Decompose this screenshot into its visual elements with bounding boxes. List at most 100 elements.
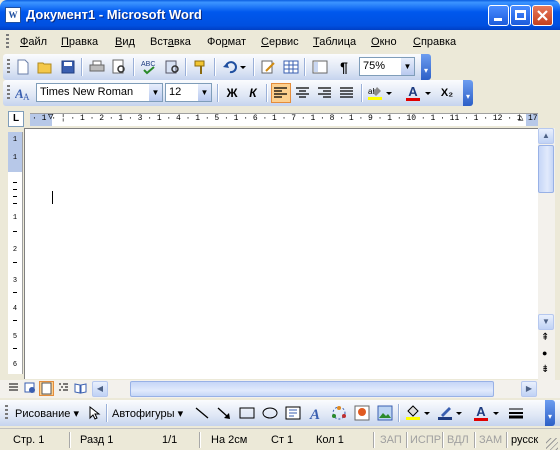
line-color-dropdown[interactable] bbox=[455, 405, 463, 421]
print-button[interactable] bbox=[89, 59, 105, 75]
fill-color-dropdown[interactable] bbox=[423, 405, 431, 421]
fill-color-button[interactable] bbox=[405, 405, 421, 421]
menu-grip[interactable] bbox=[6, 34, 9, 50]
web-layout-button[interactable] bbox=[22, 381, 37, 396]
menu-window[interactable]: Окно bbox=[371, 36, 397, 48]
menu-help[interactable]: Справка bbox=[413, 36, 456, 48]
menu-table[interactable]: Таблица bbox=[313, 36, 356, 48]
toolbar-options-button[interactable]: ▾ bbox=[463, 80, 473, 106]
open-button[interactable] bbox=[37, 59, 53, 75]
toolbar-options-button[interactable]: ▾ bbox=[545, 400, 555, 426]
chevron-down-icon[interactable]: ▼ bbox=[149, 84, 162, 101]
close-button[interactable] bbox=[532, 5, 553, 26]
wordart-button[interactable]: A bbox=[309, 405, 325, 423]
tab-selector-button[interactable]: L bbox=[8, 111, 24, 127]
show-formatting-button[interactable]: ¶ bbox=[336, 59, 352, 75]
align-center-button[interactable] bbox=[293, 83, 313, 103]
print-preview-button[interactable] bbox=[111, 59, 127, 75]
research-button[interactable] bbox=[164, 59, 180, 75]
insert-table-button[interactable] bbox=[283, 59, 299, 75]
vertical-scroll-thumb[interactable] bbox=[538, 145, 554, 193]
menu-format[interactable]: Формат bbox=[207, 36, 246, 48]
rectangle-button[interactable] bbox=[239, 405, 255, 421]
justify-button[interactable] bbox=[337, 83, 357, 103]
chevron-down-icon[interactable]: ▼ bbox=[401, 58, 414, 75]
previous-page-icon[interactable]: ⇞ bbox=[541, 332, 549, 343]
line-color-button[interactable] bbox=[437, 405, 453, 421]
document-map-button[interactable] bbox=[312, 59, 328, 75]
status-column[interactable]: Кол 1 bbox=[316, 434, 344, 446]
toolbar-grip[interactable] bbox=[7, 59, 10, 75]
minimize-button[interactable] bbox=[488, 5, 509, 26]
status-language[interactable]: русск bbox=[511, 434, 538, 446]
line-style-button[interactable] bbox=[508, 405, 524, 421]
status-record-macro[interactable]: ЗАП bbox=[380, 434, 402, 446]
font-name-select[interactable]: Times New Roman ▼ bbox=[36, 83, 163, 102]
toolbar-grip[interactable] bbox=[7, 85, 10, 101]
bold-button[interactable]: Ж bbox=[222, 83, 242, 103]
status-section[interactable]: Разд 1 bbox=[80, 434, 113, 446]
document-page[interactable] bbox=[24, 128, 539, 379]
font-size-select[interactable]: 12 ▼ bbox=[165, 83, 212, 102]
menu-insert[interactable]: Вставка bbox=[150, 36, 191, 48]
undo-dropdown[interactable] bbox=[239, 59, 247, 75]
font-color-button[interactable]: A bbox=[405, 85, 421, 101]
drawing-font-color-button[interactable]: A bbox=[473, 405, 489, 421]
vertical-scrollbar[interactable]: ▲ ▼ ⇞ ● ⇟ bbox=[538, 128, 555, 380]
horizontal-ruler[interactable]: · 1 · ¦ · 1 · 2 · 1 · 3 · 1 · 4 · 1 · 5 … bbox=[30, 113, 538, 126]
styles-button[interactable]: AA bbox=[14, 85, 31, 102]
highlight-button[interactable]: ab bbox=[367, 85, 383, 101]
chevron-down-icon[interactable]: ▼ bbox=[198, 84, 211, 101]
normal-view-button[interactable] bbox=[6, 381, 21, 396]
line-button[interactable] bbox=[194, 405, 210, 421]
align-left-button[interactable] bbox=[271, 83, 291, 103]
zoom-select[interactable]: 75% ▼ bbox=[359, 57, 415, 76]
select-objects-button[interactable] bbox=[86, 405, 102, 421]
highlight-dropdown[interactable] bbox=[385, 85, 393, 101]
undo-button[interactable] bbox=[222, 59, 238, 75]
right-indent-marker[interactable]: △ bbox=[518, 114, 523, 123]
insert-picture-button[interactable] bbox=[377, 405, 393, 421]
arrow-button[interactable] bbox=[216, 405, 232, 421]
subscript-button[interactable]: X₂ bbox=[437, 83, 457, 103]
status-extend-selection[interactable]: ВДЛ bbox=[447, 434, 469, 446]
autoshapes-menu-button[interactable]: Автофигуры ▾ bbox=[112, 407, 183, 420]
scroll-right-button[interactable]: ▶ bbox=[521, 381, 537, 397]
status-pages[interactable]: 1/1 bbox=[162, 434, 177, 446]
oval-button[interactable] bbox=[262, 405, 278, 421]
status-overtype[interactable]: ЗАМ bbox=[479, 434, 502, 446]
outline-view-button[interactable] bbox=[56, 381, 71, 396]
first-line-indent-marker[interactable]: ▽ bbox=[48, 114, 53, 122]
next-page-icon[interactable]: ⇟ bbox=[541, 364, 549, 375]
drawing-font-color-dropdown[interactable] bbox=[492, 405, 500, 421]
menu-tools[interactable]: Сервис bbox=[261, 36, 299, 48]
toolbar-options-button[interactable]: ▾ bbox=[421, 54, 431, 80]
clip-art-button[interactable] bbox=[354, 405, 370, 421]
italic-button[interactable]: К bbox=[243, 83, 263, 103]
font-color-dropdown[interactable] bbox=[424, 85, 432, 101]
select-browse-object-icon[interactable]: ● bbox=[542, 348, 547, 358]
scroll-down-button[interactable]: ▼ bbox=[538, 314, 554, 330]
toolbar-grip[interactable] bbox=[5, 405, 8, 421]
maximize-button[interactable] bbox=[510, 5, 531, 26]
diagram-button[interactable] bbox=[331, 405, 347, 421]
menu-edit[interactable]: Правка bbox=[61, 36, 98, 48]
horizontal-scroll-thumb[interactable] bbox=[130, 381, 494, 397]
align-right-button[interactable] bbox=[315, 83, 335, 103]
status-line[interactable]: Ст 1 bbox=[271, 434, 293, 446]
save-button[interactable] bbox=[60, 59, 76, 75]
spelling-button[interactable]: ABC bbox=[141, 59, 157, 75]
word-app-icon[interactable]: W bbox=[5, 7, 21, 23]
resize-grip[interactable] bbox=[546, 438, 558, 450]
title-bar[interactable]: W Документ1 - Microsoft Word bbox=[0, 0, 560, 30]
draw-menu-button[interactable]: Рисование ▾ bbox=[15, 407, 79, 420]
menu-file[interactable]: Файл bbox=[20, 36, 47, 48]
insert-hyperlink-button[interactable] bbox=[260, 59, 276, 75]
status-position[interactable]: На 2см bbox=[211, 434, 247, 446]
scroll-up-button[interactable]: ▲ bbox=[538, 128, 554, 144]
vertical-ruler[interactable]: 1 1 1 2 3 4 5 6 bbox=[8, 132, 23, 374]
text-box-button[interactable] bbox=[285, 405, 301, 421]
status-page[interactable]: Стр. 1 bbox=[13, 434, 44, 446]
scroll-left-button[interactable]: ◀ bbox=[92, 381, 108, 397]
menu-view[interactable]: Вид bbox=[115, 36, 135, 48]
